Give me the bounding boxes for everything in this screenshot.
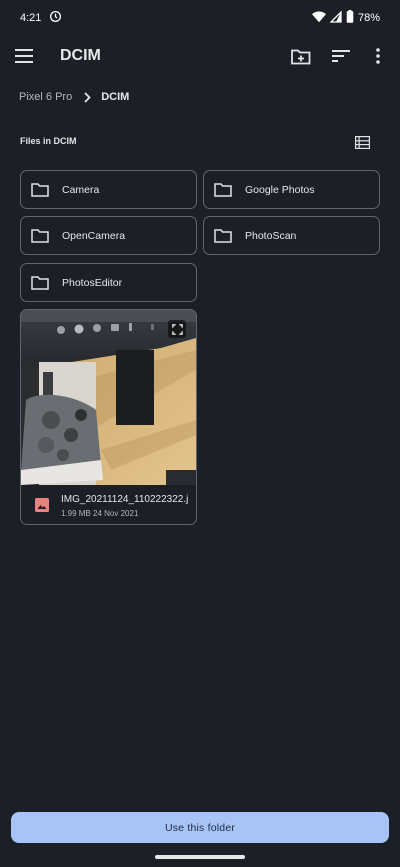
- folder-icon: [31, 180, 51, 200]
- folder-icon: [31, 226, 51, 246]
- folder-item-photoscan[interactable]: PhotoScan: [203, 216, 380, 255]
- folder-icon: [214, 226, 234, 246]
- breadcrumb-current[interactable]: DCIM: [101, 91, 129, 103]
- breadcrumb: Pixel 6 Pro DCIM: [19, 86, 129, 108]
- file-card[interactable]: IMG_20211124_110222322.j... 1.99 MB 24 N…: [20, 309, 197, 525]
- sort-icon[interactable]: [329, 44, 353, 68]
- use-this-folder-button[interactable]: Use this folder: [11, 812, 389, 843]
- battery-level: 78%: [357, 12, 380, 24]
- folder-icon: [214, 180, 234, 200]
- image-thumbnail: [21, 310, 196, 485]
- new-folder-icon[interactable]: [289, 44, 313, 68]
- signal-icon: [329, 9, 342, 26]
- menu-icon[interactable]: [12, 44, 36, 68]
- folder-item-camera[interactable]: Camera: [20, 170, 197, 209]
- status-time: 4:21: [20, 12, 42, 24]
- file-meta: IMG_20211124_110222322.j... 1.99 MB 24 N…: [21, 485, 196, 524]
- status-bar: 4:21 78%: [0, 0, 400, 36]
- chevron-right-icon: [84, 91, 91, 103]
- file-date: 24 Nov 2021: [93, 509, 139, 518]
- folder-name: Google Photos: [245, 183, 315, 196]
- folder-item-opencamera[interactable]: OpenCamera: [20, 216, 197, 255]
- folder-item-photoseditor[interactable]: PhotosEditor: [20, 263, 197, 302]
- list-view-icon[interactable]: [350, 130, 374, 154]
- folder-icon: [31, 273, 51, 293]
- folder-name: Camera: [62, 183, 100, 196]
- breadcrumb-root[interactable]: Pixel 6 Pro: [19, 91, 72, 103]
- section-label: Files in DCIM: [20, 136, 77, 146]
- file-size: 1.99 MB: [61, 509, 91, 518]
- top-app-bar: DCIM: [0, 36, 400, 76]
- folder-name: OpenCamera: [62, 229, 126, 242]
- folder-name: PhotoScan: [245, 229, 297, 242]
- folder-item-google-photos[interactable]: Google Photos: [203, 170, 380, 209]
- image-icon: [35, 498, 49, 517]
- more-vert-icon[interactable]: [366, 44, 390, 68]
- file-details: 1.99 MB 24 Nov 2021: [61, 509, 138, 518]
- battery-icon: [346, 10, 354, 26]
- folder-name: PhotosEditor: [62, 276, 123, 289]
- fullscreen-icon[interactable]: [168, 320, 186, 338]
- file-name: IMG_20211124_110222322.j...: [61, 494, 189, 505]
- page-title: DCIM: [60, 47, 101, 64]
- wifi-icon: [311, 10, 326, 26]
- alarm-icon: [49, 10, 62, 26]
- gesture-nav-handle[interactable]: [155, 855, 245, 859]
